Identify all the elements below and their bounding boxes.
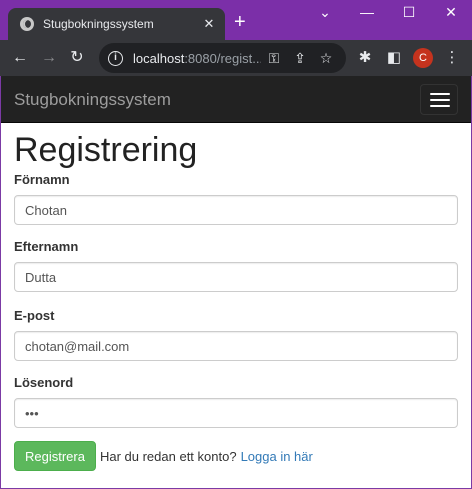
new-tab-icon[interactable]: + xyxy=(234,12,246,32)
maximize-icon[interactable]: ☐ xyxy=(394,4,424,21)
lastname-input[interactable] xyxy=(14,262,458,292)
tab-title: Stugbokningssystem xyxy=(43,17,154,31)
reload-icon[interactable]: ↻ xyxy=(67,49,87,67)
sidepanel-icon[interactable]: ◧ xyxy=(384,49,404,67)
close-tab-icon[interactable]: ✕ xyxy=(199,16,219,32)
registration-form: Registrering Förnamn Efternamn E-post Lö… xyxy=(14,123,458,471)
page-title: Registrering xyxy=(14,131,198,169)
register-button[interactable]: Registrera xyxy=(14,441,96,471)
address-bar[interactable]: i localhost:8080/regist... ⚿ ⇪ ☆ xyxy=(99,43,346,73)
key-icon[interactable]: ⚿ xyxy=(261,50,287,67)
hamburger-icon xyxy=(430,99,450,101)
email-input[interactable] xyxy=(14,331,458,361)
email-label: E-post xyxy=(14,308,55,323)
login-prompt: Har du redan ett konto? xyxy=(99,448,237,464)
forward-arrow-icon[interactable]: → xyxy=(39,49,59,67)
url-text[interactable]: localhost:8080/regist... xyxy=(133,51,261,66)
login-link[interactable]: Logga in här xyxy=(241,449,313,464)
password-label: Lösenord xyxy=(14,375,74,390)
browser-titlebar: Stugbokningssystem ✕ + ⌄ — ☐ ✕ xyxy=(0,0,472,40)
menu-dots-icon[interactable]: ⋮ xyxy=(442,49,462,67)
minimize-icon[interactable]: — xyxy=(352,4,382,20)
hamburger-icon xyxy=(430,93,450,95)
password-input[interactable] xyxy=(14,398,458,428)
extensions-icon[interactable]: ✱ xyxy=(355,49,375,67)
back-arrow-icon[interactable]: ← xyxy=(10,49,30,67)
navbar-toggle-button[interactable] xyxy=(420,84,458,115)
url-path: :8080/regist... xyxy=(184,50,261,66)
browser-toolbar: ← → ↻ i localhost:8080/regist... ⚿ ⇪ ☆ ✱… xyxy=(0,40,472,76)
globe-icon xyxy=(20,17,34,31)
lastname-label: Efternamn xyxy=(14,239,79,254)
profile-avatar[interactable]: C xyxy=(413,48,433,68)
info-icon[interactable]: i xyxy=(108,50,123,66)
firstname-label: Förnamn xyxy=(14,172,70,187)
star-icon[interactable]: ☆ xyxy=(313,50,339,67)
form-actions: Registrera Har du redan ett konto? Logga… xyxy=(14,441,458,471)
hamburger-icon xyxy=(430,105,450,107)
url-host: localhost xyxy=(133,50,185,66)
navbar-brand[interactable]: Stugbokningssystem xyxy=(14,90,171,110)
page-viewport: Stugbokningssystem Registrering Förnamn … xyxy=(1,76,471,488)
site-navbar: Stugbokningssystem xyxy=(1,76,471,123)
browser-tab[interactable]: Stugbokningssystem ✕ xyxy=(8,8,225,40)
share-icon[interactable]: ⇪ xyxy=(287,50,313,67)
firstname-input[interactable] xyxy=(14,195,458,225)
chevron-down-icon[interactable]: ⌄ xyxy=(310,4,340,21)
window-close-icon[interactable]: ✕ xyxy=(436,4,466,21)
